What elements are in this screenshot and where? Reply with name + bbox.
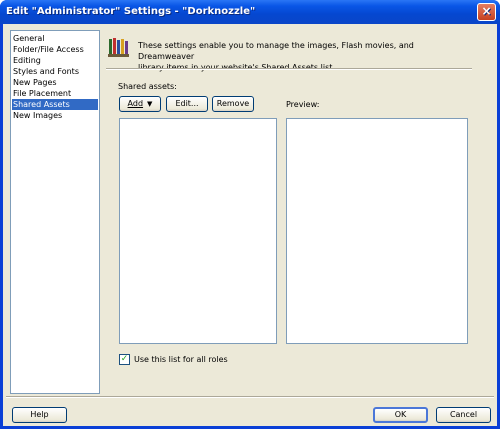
dialog-body: General Folder/File Access Editing Style…: [3, 24, 497, 426]
category-item-file-placement[interactable]: File Placement: [12, 88, 98, 99]
separator: [106, 68, 472, 70]
title-bar: Edit "Administrator" Settings - "Dorknoz…: [0, 0, 500, 24]
category-item-folder-file-access[interactable]: Folder/File Access: [12, 44, 98, 55]
checkmark-icon: ✓: [120, 354, 129, 364]
edit-button[interactable]: Edit...: [166, 96, 208, 112]
category-list[interactable]: General Folder/File Access Editing Style…: [10, 30, 100, 394]
dialog-window: Edit "Administrator" Settings - "Dorknoz…: [0, 0, 500, 429]
category-item-new-images[interactable]: New Images: [12, 110, 98, 121]
category-item-editing[interactable]: Editing: [12, 55, 98, 66]
preview-pane: [286, 118, 468, 344]
window-title: Edit "Administrator" Settings - "Dorknoz…: [6, 6, 256, 17]
intro-line-1: These settings enable you to manage the …: [138, 41, 414, 61]
close-icon: ×: [481, 4, 492, 18]
add-button-label: Add: [127, 99, 144, 108]
help-button[interactable]: Help: [12, 407, 67, 423]
preview-label: Preview:: [286, 100, 320, 109]
cancel-button[interactable]: Cancel: [436, 407, 491, 423]
close-button[interactable]: ×: [477, 3, 496, 21]
shared-assets-list[interactable]: [119, 118, 277, 344]
dropdown-arrow-icon: ▼: [147, 100, 153, 108]
category-item-general[interactable]: General: [12, 33, 98, 44]
use-list-label[interactable]: Use this list for all roles: [134, 354, 228, 365]
footer-separator: [6, 396, 494, 398]
category-item-shared-assets[interactable]: Shared Assets: [12, 99, 98, 110]
ok-button[interactable]: OK: [373, 407, 428, 423]
shared-assets-label: Shared assets:: [118, 82, 177, 91]
library-books-icon: [108, 38, 129, 57]
use-list-checkbox[interactable]: ✓: [119, 354, 130, 365]
settings-panel: These settings enable you to manage the …: [106, 30, 474, 394]
category-item-styles-and-fonts[interactable]: Styles and Fonts: [12, 66, 98, 77]
category-item-new-pages[interactable]: New Pages: [12, 77, 98, 88]
remove-button[interactable]: Remove: [212, 96, 254, 112]
add-button[interactable]: Add ▼: [119, 96, 161, 112]
